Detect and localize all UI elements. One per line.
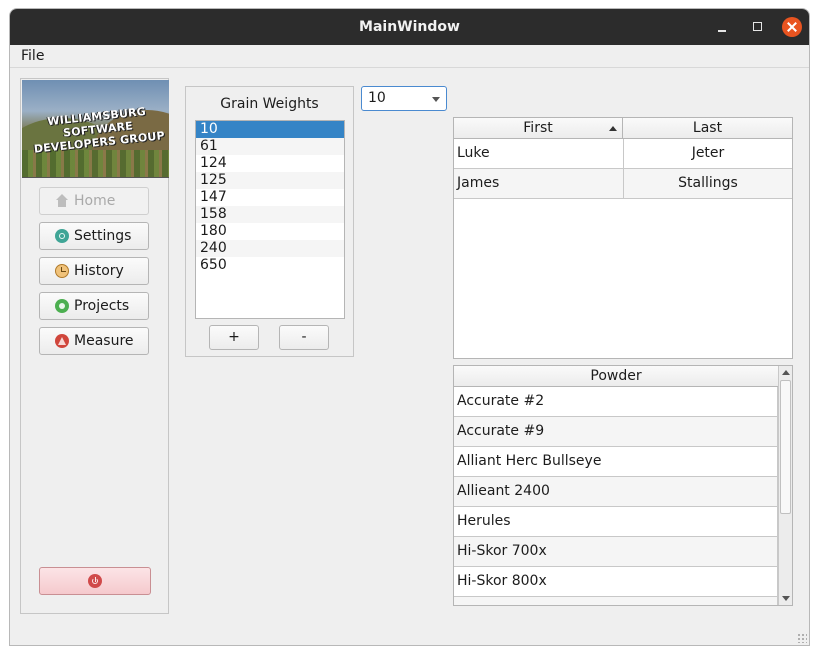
main-window: MainWindow File WILLIAMSBURG SOFTWARE DE… <box>9 8 810 646</box>
menu-bar: File <box>10 45 809 68</box>
list-item[interactable]: 240 <box>196 240 344 257</box>
remove-weight-button[interactable]: - <box>279 325 329 350</box>
vertical-scrollbar[interactable] <box>778 366 792 605</box>
minimize-button[interactable] <box>712 17 732 37</box>
grain-weights-title: Grain Weights <box>220 96 319 112</box>
grain-weights-list[interactable]: 10 61 124 125 147 158 180 240 650 <box>195 120 345 319</box>
settings-button[interactable]: Settings <box>39 222 149 250</box>
scroll-up-icon[interactable] <box>782 370 790 375</box>
list-item[interactable]: 124 <box>196 155 344 172</box>
home-button[interactable]: Home <box>39 187 149 215</box>
history-button[interactable]: History <box>39 257 149 285</box>
column-header-last[interactable]: Last <box>623 118 792 139</box>
sidebar: WILLIAMSBURG SOFTWARE DEVELOPERS GROUP H… <box>20 78 169 614</box>
projects-button-label: Projects <box>74 298 130 314</box>
list-item[interactable]: 10 <box>196 121 344 138</box>
list-item[interactable]: 125 <box>196 172 344 189</box>
table-cell-first[interactable]: James <box>457 169 499 198</box>
clock-icon <box>55 264 69 278</box>
power-button[interactable] <box>39 567 151 595</box>
column-header-first-label: First <box>523 120 553 136</box>
table-row[interactable] <box>454 597 778 605</box>
table-cell-first[interactable]: Luke <box>457 139 490 168</box>
compass-icon <box>55 334 69 348</box>
table-row[interactable]: Accurate #9 <box>454 417 778 447</box>
table-row[interactable]: Alliant Herc Bullseye <box>454 447 778 477</box>
list-item[interactable]: 650 <box>196 257 344 274</box>
grain-weights-group: Grain Weights 10 61 124 125 147 158 180 … <box>185 86 354 357</box>
names-table[interactable]: First Last Luke Jeter James Stallings <box>453 117 793 359</box>
settings-button-label: Settings <box>74 228 132 244</box>
title-bar: MainWindow <box>10 9 809 45</box>
chevron-down-icon <box>432 97 440 102</box>
list-item[interactable]: 147 <box>196 189 344 206</box>
table-row[interactable]: Hi-Skor 800x <box>454 567 778 597</box>
list-item[interactable]: 158 <box>196 206 344 223</box>
table-row[interactable]: Herules <box>454 507 778 537</box>
home-icon <box>55 194 69 208</box>
table-row[interactable]: Luke Jeter <box>454 139 792 169</box>
close-button[interactable] <box>782 17 802 37</box>
maximize-button[interactable] <box>748 17 768 37</box>
combo-value: 10 <box>368 90 386 106</box>
window-title: MainWindow <box>359 19 460 35</box>
column-header-powder[interactable]: Powder <box>454 366 778 387</box>
logo: WILLIAMSBURG SOFTWARE DEVELOPERS GROUP <box>22 80 169 178</box>
table-row[interactable]: Allieant 2400 <box>454 477 778 507</box>
add-weight-button[interactable]: + <box>209 325 259 350</box>
resize-grip-icon[interactable] <box>797 633 807 643</box>
table-row[interactable]: James Stallings <box>454 169 792 199</box>
measure-button[interactable]: Measure <box>39 327 149 355</box>
scroll-down-icon[interactable] <box>782 596 790 601</box>
table-row[interactable]: Hi-Skor 700x <box>454 537 778 567</box>
sort-ascending-icon <box>609 126 617 131</box>
home-button-label: Home <box>74 193 116 209</box>
list-item[interactable]: 180 <box>196 223 344 240</box>
projects-button[interactable]: Projects <box>39 292 149 320</box>
power-icon <box>88 574 102 588</box>
table-cell-last[interactable]: Jeter <box>623 139 792 168</box>
column-header-first[interactable]: First <box>454 118 623 139</box>
measure-button-label: Measure <box>74 333 134 349</box>
menu-file[interactable]: File <box>21 48 44 64</box>
table-cell-last[interactable]: Stallings <box>623 169 792 198</box>
scrollbar-thumb[interactable] <box>780 380 791 514</box>
settings-icon <box>55 229 69 243</box>
powder-table[interactable]: Powder Accurate #2 Accurate #9 Alliant H… <box>453 365 793 606</box>
gear-icon <box>55 299 69 313</box>
list-item[interactable]: 61 <box>196 138 344 155</box>
table-row[interactable]: Accurate #2 <box>454 387 778 417</box>
weight-combo-box[interactable]: 10 <box>361 86 447 111</box>
history-button-label: History <box>74 263 124 279</box>
column-header-last-label: Last <box>692 120 723 136</box>
